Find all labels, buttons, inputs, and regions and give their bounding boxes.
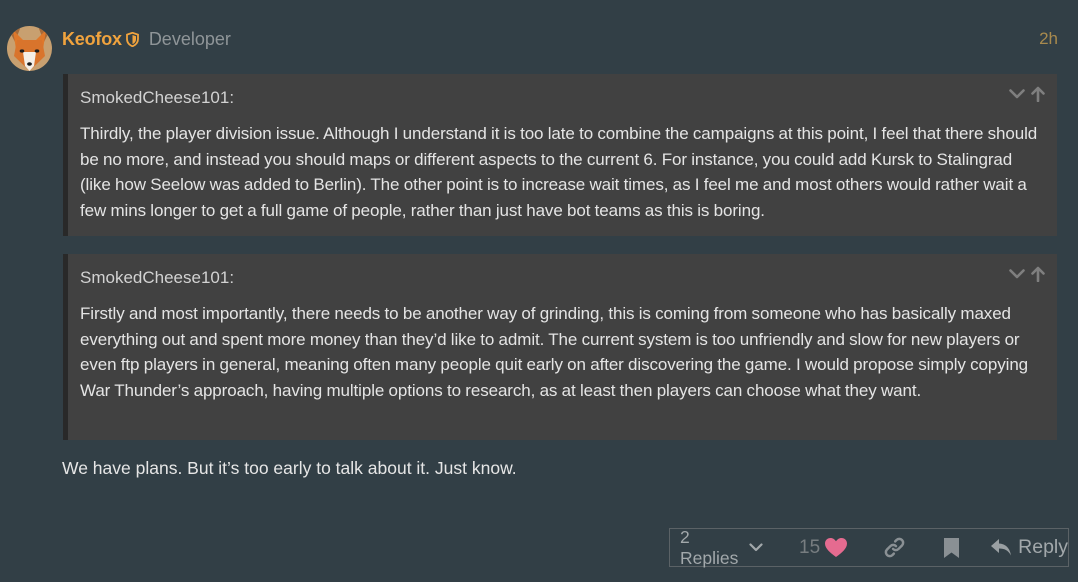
post-actions: 2 Replies 15 Reply xyxy=(669,527,1069,569)
bookmark-icon[interactable] xyxy=(943,537,960,559)
like-button[interactable]: 15 xyxy=(799,537,848,559)
username[interactable]: Keofox xyxy=(62,29,122,50)
heart-icon xyxy=(824,537,848,558)
chevron-down-icon xyxy=(749,543,763,552)
arrow-up-icon[interactable] xyxy=(1031,266,1045,282)
replies-button[interactable]: 2 Replies xyxy=(670,527,763,569)
post-date[interactable]: 2h xyxy=(1039,29,1058,49)
shield-icon xyxy=(125,31,139,47)
arrow-up-icon[interactable] xyxy=(1031,86,1045,102)
chevron-down-icon[interactable] xyxy=(1009,269,1025,279)
quote-text: Thirdly, the player division issue. Alth… xyxy=(80,124,1038,220)
post-header: Keofox Developer 2h xyxy=(62,27,1058,51)
quote-author: SmokedCheese101: xyxy=(80,268,235,287)
quote-block: SmokedCheese101: Firstly and most import… xyxy=(63,254,1057,440)
like-count: 15 xyxy=(799,536,821,558)
chevron-down-icon[interactable] xyxy=(1009,89,1025,99)
post-body: We have plans. But it’s too early to tal… xyxy=(62,458,517,478)
quote-block: SmokedCheese101: Thirdly, the player div… xyxy=(63,74,1057,236)
replies-label: 2 Replies xyxy=(680,526,739,568)
reply-label: Reply xyxy=(1018,536,1068,558)
link-icon[interactable] xyxy=(883,536,906,559)
avatar[interactable] xyxy=(7,26,52,71)
quote-author: SmokedCheese101: xyxy=(80,88,235,107)
quote-controls xyxy=(1009,86,1045,102)
quote-controls xyxy=(1009,266,1045,282)
reply-icon xyxy=(990,538,1012,557)
quote-text: Firstly and most importantly, there need… xyxy=(80,304,1029,400)
user-title: Developer xyxy=(148,28,231,49)
reply-button[interactable]: Reply xyxy=(990,536,1068,559)
